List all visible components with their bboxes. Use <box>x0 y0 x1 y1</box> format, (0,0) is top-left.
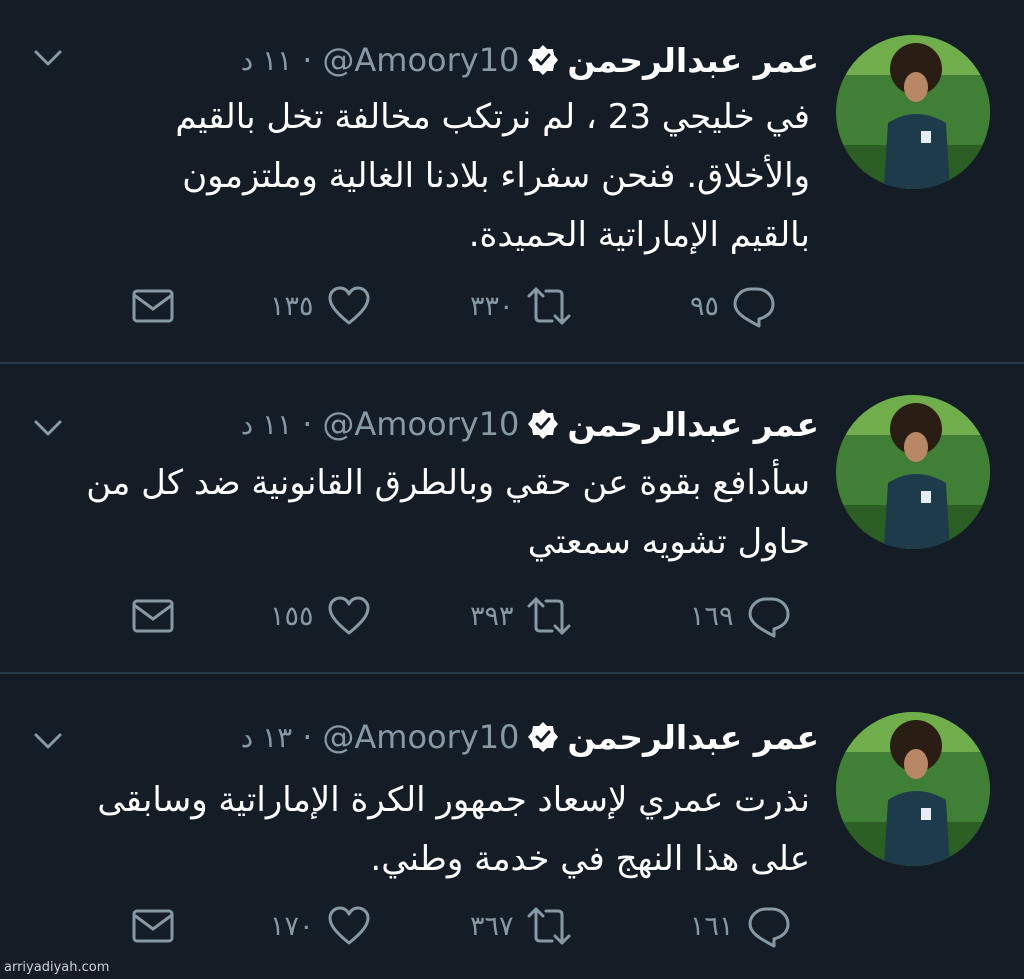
heart-icon <box>328 596 370 635</box>
retweet-button[interactable]: ٣٦٧ <box>470 902 572 950</box>
watermark: arriyadiyah.com <box>4 960 110 975</box>
reply-button[interactable]: ١٦١ <box>690 902 792 950</box>
chevron-down-icon[interactable] <box>30 729 66 753</box>
reply-count: ١٦١ <box>690 910 734 942</box>
separator-dot: · <box>302 718 313 756</box>
tweet-text-line: في خليجي 23 ، لم نرتكب مخالفة تخل بالقيم <box>175 97 810 137</box>
retweet-icon <box>527 907 571 945</box>
display-name[interactable]: عمر عبدالرحمن <box>567 718 819 757</box>
avatar[interactable] <box>836 395 990 549</box>
separator-dot: · <box>302 405 313 443</box>
handle[interactable]: @Amoory10 <box>322 718 519 756</box>
tweet-actions: ١٥٥ ٣٩٣ ١٦٩ <box>130 592 820 640</box>
timestamp[interactable]: ١١ د <box>241 44 292 77</box>
timestamp[interactable]: ١٣ د <box>241 721 292 754</box>
timestamp[interactable]: ١١ د <box>241 408 292 441</box>
reply-bubble-icon <box>748 597 790 638</box>
heart-icon <box>328 286 370 325</box>
dm-button[interactable] <box>130 282 176 330</box>
tweet-actions: ١٧٠ ٣٦٧ ١٦١ <box>130 902 820 950</box>
tweet-1[interactable]: عمر عبدالرحمن @Amoory10 · ١١ د في خليجي … <box>0 0 1024 362</box>
tweet-feed: عمر عبدالرحمن @Amoory10 · ١١ د في خليجي … <box>0 0 1024 979</box>
tweet-text-line: نذرت عمري لإسعاد جمهور الكرة الإماراتية … <box>97 780 810 820</box>
tweet-text-line: حاول تشويه سمعتي <box>527 522 810 562</box>
tweet-header: عمر عبدالرحمن @Amoory10 · ١٣ د <box>241 712 819 762</box>
retweet-button[interactable]: ٣٩٣ <box>470 592 572 640</box>
avatar[interactable] <box>836 35 990 189</box>
reply-bubble-icon <box>748 907 790 948</box>
verified-badge-icon <box>528 45 559 75</box>
reply-count: ٩٥ <box>690 290 720 322</box>
dm-button[interactable] <box>130 592 176 640</box>
retweet-button[interactable]: ٣٣٠ <box>470 282 572 330</box>
retweet-count: ٣٩٣ <box>470 600 514 632</box>
like-button[interactable]: ١٧٠ <box>270 902 372 950</box>
tweet-text-line: بالقيم الإماراتية الحميدة. <box>468 215 810 255</box>
avatar[interactable] <box>836 712 990 866</box>
retweet-count: ٣٣٠ <box>470 290 514 322</box>
verified-badge-icon <box>528 409 559 439</box>
tweet-3[interactable]: عمر عبدالرحمن @Amoory10 · ١٣ د نذرت عمري… <box>0 674 1024 979</box>
retweet-count: ٣٦٧ <box>470 910 514 942</box>
retweet-icon <box>527 287 571 325</box>
tweet-header: عمر عبدالرحمن @Amoory10 · ١١ د <box>241 35 819 85</box>
dm-button[interactable] <box>130 902 176 950</box>
reply-button[interactable]: ١٦٩ <box>690 592 792 640</box>
envelope-icon <box>132 599 174 633</box>
reply-count: ١٦٩ <box>690 600 734 632</box>
chevron-down-icon[interactable] <box>30 416 66 440</box>
reply-button[interactable]: ٩٥ <box>690 282 777 330</box>
heart-icon <box>328 906 370 945</box>
tweet-text-line: سأدافع بقوة عن حقي وبالطرق القانونية ضد … <box>86 463 810 503</box>
like-button[interactable]: ١٥٥ <box>270 592 372 640</box>
envelope-icon <box>132 289 174 323</box>
display-name[interactable]: عمر عبدالرحمن <box>567 41 819 80</box>
handle[interactable]: @Amoory10 <box>322 41 519 79</box>
tweet-2[interactable]: عمر عبدالرحمن @Amoory10 · ١١ د سأدافع بق… <box>0 364 1024 672</box>
reply-bubble-icon <box>733 287 775 328</box>
chevron-down-icon[interactable] <box>30 46 66 70</box>
tweet-text-line: على هذا النهج في خدمة وطني. <box>370 839 810 879</box>
like-count: ١٧٠ <box>270 910 314 942</box>
tweet-text: سأدافع بقوة عن حقي وبالطرق القانونية ضد … <box>30 454 810 572</box>
tweet-header: عمر عبدالرحمن @Amoory10 · ١١ د <box>241 399 819 449</box>
like-count: ١٥٥ <box>270 600 314 632</box>
display-name[interactable]: عمر عبدالرحمن <box>567 405 819 444</box>
verified-badge-icon <box>528 722 559 752</box>
like-count: ١٣٥ <box>270 290 314 322</box>
separator-dot: · <box>302 41 313 79</box>
envelope-icon <box>132 909 174 943</box>
tweet-text-line: والأخلاق. فنحن سفراء بلادنا الغالية وملت… <box>182 156 810 196</box>
handle[interactable]: @Amoory10 <box>322 405 519 443</box>
tweet-text: في خليجي 23 ، لم نرتكب مخالفة تخل بالقيم… <box>30 88 810 265</box>
tweet-text: نذرت عمري لإسعاد جمهور الكرة الإماراتية … <box>30 771 810 889</box>
retweet-icon <box>527 597 571 635</box>
tweet-actions: ١٣٥ ٣٣٠ ٩٥ <box>130 282 820 330</box>
like-button[interactable]: ١٣٥ <box>270 282 372 330</box>
